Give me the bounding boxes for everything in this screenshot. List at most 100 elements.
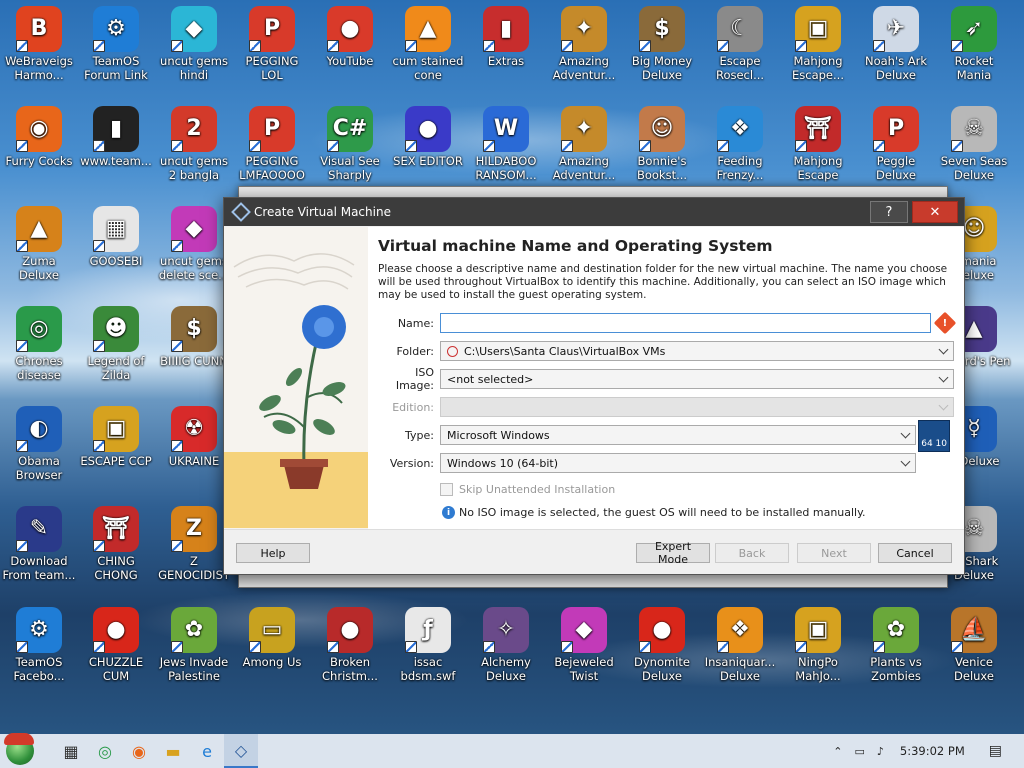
desktop-icon[interactable]: P PEGGING LMFAOOOO — [234, 106, 310, 182]
desktop-icon[interactable]: ◆ uncut gems delete sce... — [156, 206, 232, 282]
desktop-icon[interactable]: P PEGGING LOL — [234, 6, 310, 82]
folder-row: Folder: C:\Users\Santa Claus\VirtualBox … — [376, 340, 954, 362]
volume-icon[interactable]: ♪ — [877, 745, 884, 758]
desktop-icon[interactable]: ▣ Mahjong Escape... — [780, 6, 856, 82]
desktop-icon[interactable]: ▣ ESCAPE CCP — [78, 406, 154, 468]
desktop-icon[interactable]: 2 uncut gems 2 bangla — [156, 106, 232, 182]
desktop-icon[interactable]: ✈ Noah's Ark Deluxe — [858, 6, 934, 82]
app-icon: ▮ — [93, 106, 139, 152]
desktop-icon[interactable]: ☠ Seven Seas Deluxe — [936, 106, 1012, 182]
desktop-icon[interactable]: ▭ Among Us — [234, 607, 310, 669]
firefox-icon[interactable]: ◉ — [122, 734, 156, 768]
virtualbox-taskbar-icon[interactable]: ◇ — [224, 734, 258, 768]
chevron-down-icon — [938, 344, 949, 355]
name-label: Name: — [397, 316, 434, 330]
task-view-icon[interactable]: ▦ — [54, 734, 88, 768]
desktop-icon[interactable]: ◆ uncut gems hindi — [156, 6, 232, 82]
desktop-icon[interactable]: ☾ Escape Rosecl... — [702, 6, 778, 82]
version-select[interactable]: Windows 10 (64-bit) — [440, 453, 916, 473]
app-icon: ◆ — [171, 6, 217, 52]
iso-select[interactable]: <not selected> — [440, 369, 954, 389]
desktop-icon[interactable]: ✧ Alchemy Deluxe — [468, 607, 544, 683]
desktop-icon[interactable]: ● Broken Christm... — [312, 607, 388, 683]
desktop-icon[interactable]: ● YouTube — [312, 6, 388, 68]
desktop-icon-label: Rocket Mania Deluxe — [954, 54, 994, 82]
desktop-icon[interactable]: ☻ Legend of Zilda — [78, 306, 154, 382]
desktop-icon[interactable]: ❖ Feeding Frenzy... — [702, 106, 778, 182]
desktop-icon[interactable]: B WeBraveigs Harmo... — [1, 6, 77, 82]
iso-label: ISO Image: — [395, 366, 434, 392]
app-icon: ● — [405, 106, 451, 152]
desktop-icon-label: uncut gems hindi — [160, 54, 228, 82]
type-select[interactable]: Microsoft Windows — [440, 425, 916, 445]
network-icon[interactable]: ▭ — [854, 745, 864, 758]
help-button[interactable]: Help — [236, 543, 310, 563]
checkbox-icon — [440, 482, 453, 496]
desktop-icon[interactable]: ⚙ TeamOS Forum Link — [78, 6, 154, 82]
show-hidden-icons-icon[interactable]: ⌃ — [833, 745, 842, 758]
desktop-icon[interactable]: ✦ Amazing Adventur... — [546, 6, 622, 82]
desktop-icon[interactable]: ✿ Jews Invade Palestine — [156, 607, 232, 683]
chevron-down-icon — [900, 428, 911, 439]
desktop-icon[interactable]: ▮ www.team... — [78, 106, 154, 168]
desktop-icon[interactable]: ▣ NingPo MahJo... — [780, 607, 856, 683]
desktop-icon[interactable]: P Peggle Deluxe — [858, 106, 934, 182]
name-input[interactable] — [440, 313, 931, 333]
file-explorer-icon[interactable]: ▬ — [156, 734, 190, 768]
edge-icon[interactable]: e — [190, 734, 224, 768]
desktop-icon[interactable]: C#Visual See Sharply Eve... — [312, 106, 388, 182]
desktop-icon[interactable]: ☢ UKRAINE — [156, 406, 232, 468]
desktop-icon-label: Big Money Deluxe — [631, 54, 693, 82]
desktop-icon[interactable]: W HILDABOO RANSOM... — [468, 106, 544, 182]
cancel-button[interactable]: Cancel — [878, 543, 952, 563]
desktop-icon-label: issac bdsm.swf — [400, 655, 456, 683]
desktop-icon[interactable]: ◉ Furry Cocks — [1, 106, 77, 168]
expert-mode-button[interactable]: Expert Mode — [636, 540, 710, 566]
desktop-icon[interactable]: ⚙ TeamOS Facebo... — [1, 607, 77, 683]
desktop-icon-label: Peggle Deluxe — [876, 154, 916, 182]
desktop-icon-label: PEGGING LOL — [245, 54, 299, 82]
desktop-icon[interactable]: ◆ Bejeweled Twist — [546, 607, 622, 683]
start-button[interactable] — [0, 733, 40, 768]
desktop-icon[interactable]: ▦ GOOSEBI — [78, 206, 154, 268]
desktop-icon[interactable]: ☺ Bonnie's Bookst... — [624, 106, 700, 182]
desktop-icon[interactable]: ◎ Chrones disease — [1, 306, 77, 382]
folder-select[interactable]: C:\Users\Santa Claus\VirtualBox VMs — [440, 341, 954, 361]
desktop-icon[interactable]: ⛩Mahjong Escape Anci... — [780, 106, 856, 182]
desktop-icon[interactable]: ZZ GENOCIDIST — [156, 506, 232, 582]
desktop-icon[interactable]: ⛵ Venice Deluxe — [936, 607, 1012, 683]
page-title: Virtual machine Name and Operating Syste… — [378, 237, 773, 255]
dialog-titlebar[interactable]: Create Virtual Machine ? ✕ — [224, 198, 964, 226]
desktop-icon[interactable]: ◐ Obama Browser — [1, 406, 77, 482]
desktop-icon[interactable]: ✎ Download From team... — [1, 506, 77, 582]
desktop-icon-label: SEX EDITOR — [393, 154, 463, 168]
desktop-icon[interactable]: $ Big Money Deluxe — [624, 6, 700, 82]
wizard-illustration — [224, 227, 368, 530]
app-icon: ▲ — [16, 206, 62, 252]
action-center-icon[interactable]: ▤ — [989, 743, 1002, 759]
desktop-icon[interactable]: ▲ cum stained cone — [390, 6, 466, 82]
help-title-button[interactable]: ? — [870, 201, 908, 223]
desktop-icon[interactable]: ▲ Zuma Deluxe — [1, 206, 77, 282]
app-icon: ✈ — [873, 6, 919, 52]
desktop-icon[interactable]: ƒ issac bdsm.swf — [390, 607, 466, 683]
desktop-icon[interactable]: ● CHUZZLE CUM — [78, 607, 154, 683]
chrome-icon[interactable]: ◎ — [88, 734, 122, 768]
desktop-icon[interactable]: ● SEX EDITOR — [390, 106, 466, 168]
desktop-icon-label: Visual See Sharply Eve... — [320, 154, 380, 182]
desktop-icon[interactable]: $ BIIIIG CUNN — [156, 306, 232, 368]
desktop-icon[interactable]: ✦ Amazing Adventur... — [546, 106, 622, 182]
skip-unattended-label: Skip Unattended Installation — [459, 482, 616, 496]
desktop-icon-label: TeamOS Forum Link — [84, 54, 148, 82]
app-icon: ▣ — [795, 607, 841, 653]
desktop-icon[interactable]: ● Dynomite Deluxe — [624, 607, 700, 683]
close-button[interactable]: ✕ — [912, 201, 958, 223]
desktop-icon[interactable]: ▮ Extras — [468, 6, 544, 68]
clock[interactable]: 5:39:02 PM — [900, 744, 965, 758]
desktop-icon[interactable]: ⛩ CHING CHONG — [78, 506, 154, 582]
desktop-icon[interactable]: ✿ Plants vs Zombies — [858, 607, 934, 683]
desktop-icon[interactable]: ➶Rocket Mania Deluxe — [936, 6, 1012, 82]
start-orb-icon — [4, 733, 34, 765]
desktop-icon[interactable]: ❖ Insaniquar... Deluxe — [702, 607, 778, 683]
desktop-icon-label: Mahjong Escape Anci... — [793, 154, 843, 182]
